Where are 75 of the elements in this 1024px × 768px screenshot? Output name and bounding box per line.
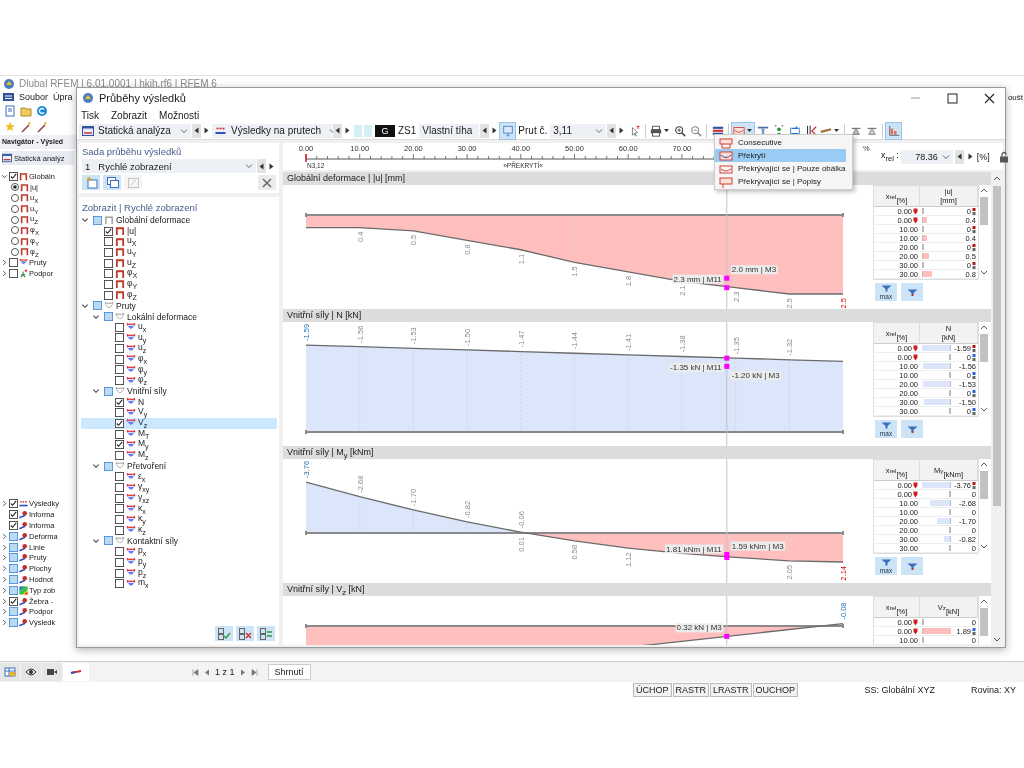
toolbar-label: ZS1: [397, 125, 418, 136]
unit-label: [%]: [976, 151, 990, 162]
menu-item[interactable]: Překrytí: [715, 149, 846, 162]
value-annotation: 1.59 kNm | M3: [730, 541, 786, 551]
tree-item[interactable]: Globální deformace: [81, 215, 277, 226]
tree-item[interactable]: M$_{z}$: [81, 450, 277, 461]
tree-item[interactable]: u$_{X}$: [81, 236, 277, 248]
tree-item[interactable]: V$_{y}$: [81, 407, 277, 419]
tree-item[interactable]: κ$_{x}$: [81, 503, 277, 515]
tree-item[interactable]: u$_{y}$: [81, 332, 277, 344]
menu-item[interactable]: Zobrazit: [110, 109, 148, 121]
tree-item[interactable]: Lokální deformace: [81, 311, 277, 322]
tree-item[interactable]: γ$_{xz}$: [81, 492, 277, 504]
tree-item[interactable]: u$_{Y}$: [81, 247, 277, 258]
value-annotation: 2.0 mm | M3: [730, 265, 778, 275]
tree-item[interactable]: p$_{y}$: [81, 557, 277, 568]
tree-item[interactable]: u$_{x}$: [81, 321, 277, 333]
value-annotation: -1.20 kN | M3: [730, 371, 782, 381]
tree-item[interactable]: φ$_{X}$: [81, 268, 277, 280]
status-toggle[interactable]: ÚCHOP: [633, 683, 672, 697]
value-annotation: 2.3 mm | M11: [672, 274, 724, 284]
tree-item[interactable]: V$_{z}$: [81, 418, 277, 429]
menu-item[interactable]: Úpra: [53, 92, 73, 102]
section-title: Vnitřní síly | N [kN]: [283, 309, 991, 322]
panel-title: Sada průběhu výsledků: [82, 146, 183, 157]
dialog-title: Průběhy výsledků: [99, 92, 186, 104]
set-dropdown[interactable]: 1 Rychlé zobrazení: [82, 159, 256, 173]
page-indicator: 1 z 1: [215, 667, 235, 677]
tree-item[interactable]: φ$_{z}$: [81, 375, 277, 386]
tree-item[interactable]: M$_{y}$: [81, 439, 277, 451]
tree-item[interactable]: M$_{T}$: [81, 428, 277, 440]
menu-item[interactable]: Překrývající se | Pouze obálka: [715, 162, 846, 175]
tree-item[interactable]: γ$_{xy}$: [81, 482, 277, 493]
panel-title: Zobrazit | Rychlé zobrazení: [81, 201, 199, 215]
member-dropdown[interactable]: 3,11: [550, 123, 607, 138]
tree-item[interactable]: Kontaktní síly: [81, 535, 277, 547]
value-annotation: 0.32 kN | M3: [675, 623, 724, 633]
value-annotation: -1.35 kN | M11: [669, 363, 724, 373]
tree-item[interactable]: ε$_{x}$: [81, 471, 277, 483]
tree-item[interactable]: N: [81, 396, 277, 408]
menu-item[interactable]: Možnosti: [159, 109, 200, 121]
tree-item[interactable]: Pruty: [81, 300, 277, 312]
tree-item[interactable]: u$_{z}$: [81, 343, 277, 354]
tree-item[interactable]: φ$_{x}$: [81, 353, 277, 365]
tree-item[interactable]: p$_{x}$: [81, 546, 277, 557]
menu-item[interactable]: Překrývající se | Popisy: [715, 175, 846, 188]
status-toggle[interactable]: RASTR: [672, 683, 710, 697]
menu-item[interactable]: Tisk: [81, 109, 99, 121]
status-toggle[interactable]: OUCHOP: [752, 683, 799, 697]
status-toggle[interactable]: LRASTR: [710, 683, 752, 697]
status-text: SS: Globální XYZ: [864, 685, 935, 695]
tree-item[interactable]: |u|: [81, 225, 277, 237]
analysis-dropdown[interactable]: Statická analýza: [79, 123, 191, 138]
field-label: x$_{rel}$ :: [881, 150, 899, 163]
toolbar-label: Prut č.: [517, 125, 549, 136]
tree-item[interactable]: Přetvoření: [81, 460, 277, 472]
sheet-tab[interactable]: Shrnutí: [267, 664, 311, 680]
tree-item[interactable]: κ$_{y}$: [81, 514, 277, 525]
value-annotation: 1.81 kNm | M11: [665, 544, 724, 554]
position-field[interactable]: 78.36: [900, 149, 953, 164]
tree-item[interactable]: u$_{Z}$: [81, 257, 277, 269]
load-case-tag: G: [375, 124, 395, 137]
menu-item[interactable]: oušt: [1007, 92, 1023, 102]
tree-item[interactable]: p$_{z}$: [81, 567, 277, 579]
result-type-dropdown[interactable]: Výsledky na prutech: [212, 123, 332, 138]
section-title: Vnitřní síly | V$_{z}$ [kN]: [283, 583, 991, 596]
menu-item[interactable]: Soubor: [19, 92, 49, 102]
status-text: Rovina: XY: [970, 685, 1016, 695]
tree-item[interactable]: φ$_{Y}$: [81, 279, 277, 290]
menu-item[interactable]: Consecutive: [715, 136, 846, 149]
section-title: Vnitřní síly | M$_{y}$ [kNm]: [283, 446, 991, 459]
tree-item[interactable]: φ$_{y}$: [81, 364, 277, 376]
tree-item[interactable]: m$_{x}$: [81, 578, 277, 590]
tree-item[interactable]: φ$_{Z}$: [81, 289, 277, 301]
tree-item[interactable]: Vnitřní síly: [81, 386, 277, 397]
